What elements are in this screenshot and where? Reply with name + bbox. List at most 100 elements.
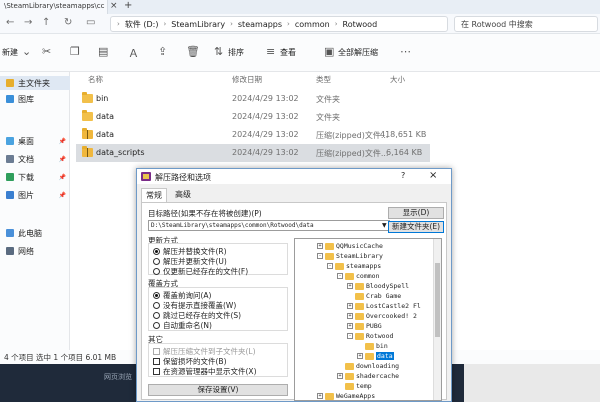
tree-node[interactable]: - Rotwood: [347, 331, 393, 341]
tree-node[interactable]: + BloodySpell: [347, 281, 409, 291]
tree-node[interactable]: - SteamLibrary: [317, 251, 383, 261]
tab-general[interactable]: 常规: [141, 188, 167, 202]
breadcrumb-drive[interactable]: 软件 (D:): [125, 19, 159, 30]
new-button[interactable]: 新建: [2, 47, 18, 58]
refresh-icon[interactable]: ↻: [64, 17, 72, 28]
save-settings-button[interactable]: 保存设置(V): [148, 384, 288, 396]
checkbox-show-in-explorer[interactable]: 在资源管理器中显示文件(X): [153, 366, 257, 377]
breadcrumb-rotwood[interactable]: Rotwood: [343, 20, 378, 29]
copy-icon[interactable]: ❐: [70, 45, 80, 58]
sort-icon[interactable]: ⇅: [214, 45, 223, 58]
extract-all-button[interactable]: 全部解压缩: [338, 47, 378, 58]
expand-icon[interactable]: +: [317, 243, 323, 249]
extract-icon[interactable]: ▣: [324, 45, 334, 58]
delete-icon[interactable]: 🗑: [186, 45, 200, 58]
tree-node[interactable]: + PUBG: [347, 321, 382, 331]
tree-node[interactable]: + QQMusicCache: [317, 241, 383, 251]
tree-node[interactable]: temp: [337, 381, 372, 391]
file-row[interactable]: data 2024/4/29 13:02 压缩(zipped)文件... 418…: [76, 126, 430, 144]
sidebar-item-home[interactable]: 主文件夹: [0, 76, 70, 90]
computer-icon: [6, 229, 14, 237]
file-size: 6,164 KB: [386, 148, 423, 157]
radio-auto-rename[interactable]: 自动重命名(N): [153, 320, 212, 331]
file-row-selected[interactable]: data_scripts 2024/4/29 13:02 压缩(zipped)文…: [76, 144, 430, 162]
column-size[interactable]: 大小: [390, 74, 405, 85]
breadcrumb-steamlibrary[interactable]: SteamLibrary: [171, 20, 225, 29]
misc-group: 解压压缩文件到子文件夹(L) 保留损坏的文件(B) 在资源管理器中显示文件(X): [148, 343, 288, 377]
sort-button[interactable]: 排序: [228, 47, 244, 58]
new-tab-icon[interactable]: +: [124, 0, 132, 11]
sidebar-item-desktop[interactable]: 桌面 📌: [0, 134, 70, 148]
chevron-right-icon: ›: [287, 20, 290, 28]
up-icon[interactable]: ↑: [42, 17, 50, 28]
new-folder-button[interactable]: 新建文件夹(E): [388, 221, 444, 233]
close-icon[interactable]: ×: [429, 170, 437, 181]
radio: [153, 312, 160, 319]
expand-icon[interactable]: +: [357, 353, 363, 359]
tab-advanced[interactable]: 高级: [171, 188, 195, 201]
folder-tree[interactable]: + QQMusicCache - SteamLibrary - steamapps - com…: [294, 238, 442, 401]
radio-update-existing[interactable]: 仅更新已经存在的文件(F): [153, 266, 248, 277]
tree-node[interactable]: downloading: [337, 361, 399, 371]
sidebar-item-network[interactable]: 网络: [0, 244, 70, 258]
tree-node[interactable]: + shadercache: [337, 371, 399, 381]
tree-scrollbar[interactable]: [433, 239, 441, 400]
rename-icon[interactable]: Ａ: [128, 45, 139, 61]
expand-icon[interactable]: +: [347, 323, 353, 329]
file-row[interactable]: bin 2024/4/29 13:02 文件夹: [76, 90, 430, 108]
file-row[interactable]: data 2024/4/29 13:02 文件夹: [76, 108, 430, 126]
breadcrumb-common[interactable]: common: [295, 20, 330, 29]
tree-node[interactable]: Crab Game: [347, 291, 401, 301]
collapse-icon[interactable]: -: [347, 333, 353, 339]
taskbar-tray: [464, 364, 600, 402]
collapse-icon[interactable]: -: [337, 273, 343, 279]
sidebar-item-documents[interactable]: 文档 📌: [0, 152, 70, 166]
tree-node[interactable]: - steamapps: [327, 261, 381, 271]
chevron-right-icon: ›: [117, 20, 120, 28]
dialog-panel: 目标路径(如果不存在将被创建)(P) D:\SteamLibrary\steam…: [141, 202, 447, 401]
collapse-icon[interactable]: -: [317, 253, 323, 259]
tree-node[interactable]: + data: [357, 351, 394, 361]
help-button[interactable]: ?: [401, 171, 405, 180]
expand-icon[interactable]: +: [317, 393, 323, 399]
monitor-icon[interactable]: ▭: [86, 17, 95, 28]
tab-current[interactable]: \SteamLibrary\steamapps\cc: [0, 0, 108, 14]
expand-icon[interactable]: +: [347, 283, 353, 289]
tree-node[interactable]: bin: [357, 341, 388, 351]
sidebar-item-this-pc[interactable]: 此电脑: [0, 226, 70, 240]
tree-node[interactable]: + WeGameApps: [317, 391, 375, 400]
paste-icon[interactable]: ▤: [98, 45, 108, 58]
address-breadcrumb[interactable]: › 软件 (D:) › SteamLibrary › steamapps › c…: [110, 16, 448, 32]
forward-icon[interactable]: →: [24, 17, 32, 28]
tree-node[interactable]: - common: [337, 271, 379, 281]
sidebar-item-gallery[interactable]: 图库: [0, 92, 70, 106]
cut-icon[interactable]: ✂: [42, 45, 51, 58]
more-icon[interactable]: ⋯: [400, 45, 411, 58]
collapse-icon[interactable]: -: [327, 263, 333, 269]
expand-icon[interactable]: +: [347, 303, 353, 309]
tab-close-icon[interactable]: ×: [110, 1, 118, 11]
tree-node[interactable]: + Overcooked! 2: [347, 311, 417, 321]
tree-node[interactable]: + LostCastle2 Fl: [347, 301, 421, 311]
view-button[interactable]: 查看: [280, 47, 296, 58]
dest-path-input[interactable]: D:\SteamLibrary\steamapps\common\Rotwood…: [148, 220, 390, 231]
column-date[interactable]: 修改日期: [232, 74, 262, 85]
expand-icon[interactable]: +: [337, 373, 343, 379]
sidebar-item-downloads[interactable]: 下载 📌: [0, 170, 70, 184]
chevron-down-icon[interactable]: ▼: [382, 222, 387, 229]
search-input[interactable]: 在 Rotwood 中搜索: [454, 16, 598, 32]
share-icon[interactable]: ⇪: [158, 45, 167, 58]
sidebar-item-pictures[interactable]: 图片 📌: [0, 188, 70, 202]
scrollbar-thumb[interactable]: [435, 263, 440, 337]
back-icon[interactable]: ←: [6, 17, 14, 28]
column-type[interactable]: 类型: [316, 74, 331, 85]
chevron-down-icon[interactable]: ⌄: [22, 45, 31, 58]
taskbar-label[interactable]: 网页浏览: [104, 372, 132, 382]
expand-icon[interactable]: +: [347, 313, 353, 319]
column-name[interactable]: 名称: [88, 74, 103, 85]
desktop-icon: [6, 137, 14, 145]
view-icon[interactable]: ≡: [266, 45, 275, 58]
breadcrumb-steamapps[interactable]: steamapps: [238, 20, 282, 29]
radio-selected: [153, 292, 160, 299]
show-button[interactable]: 显示(D): [388, 207, 444, 219]
